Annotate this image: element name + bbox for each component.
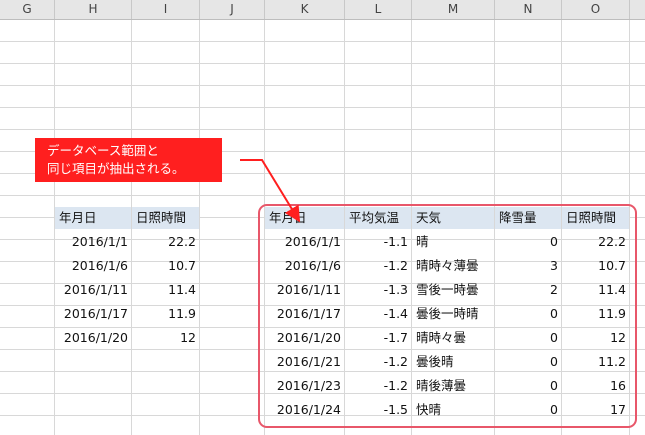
callout-arrow	[240, 159, 301, 223]
